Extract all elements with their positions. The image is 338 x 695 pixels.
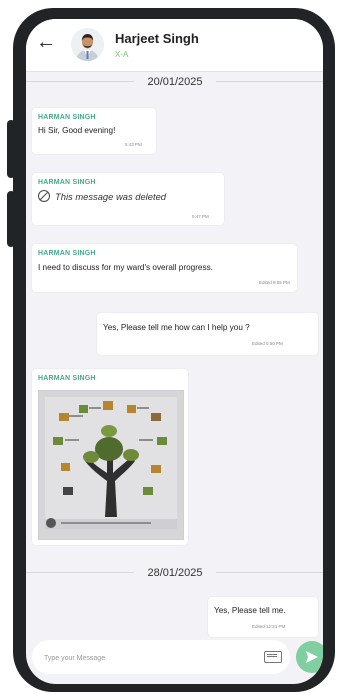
date-separator: 20/01/2025	[26, 73, 323, 91]
message-text: Hi Sir, Good evening!	[38, 126, 116, 135]
sender-name: HARMAN SINGH	[38, 250, 96, 257]
image-message[interactable]: HARMAN SINGH	[32, 369, 188, 545]
sender-name: HARMAN SINGH	[38, 179, 96, 186]
keyboard-icon[interactable]	[264, 651, 282, 663]
date-label: 28/01/2025	[134, 564, 216, 582]
message-time: Edited 12:31 PM	[252, 624, 286, 629]
sender-name: HARMAN SINGH	[38, 114, 96, 121]
incoming-message[interactable]: HARMAN SINGH Hi Sir, Good evening! 5:43 …	[32, 108, 156, 154]
message-text: I need to discuss for my ward's overall …	[38, 263, 213, 272]
message-text: Yes, Please tell me how can I help you ?	[103, 323, 250, 332]
message-time: Edited 5:50 PM	[252, 341, 283, 346]
outgoing-message[interactable]: Yes, Please tell me how can I help you ?…	[97, 313, 318, 355]
arrow-left-icon[interactable]: ←	[36, 32, 56, 52]
incoming-message[interactable]: HARMAN SINGH I need to discuss for my wa…	[32, 244, 297, 292]
message-text: Yes, Please tell me.	[214, 606, 286, 615]
contact-class: X-A	[115, 50, 129, 59]
chat-header: ← Harjeet Singh X-A	[26, 19, 323, 72]
message-time: 5:47 PM	[192, 214, 209, 219]
outgoing-message[interactable]: Yes, Please tell me. Edited 12:31 PM	[208, 597, 318, 637]
power-button	[7, 191, 15, 247]
sender-name: HARMAN SINGH	[38, 375, 96, 382]
message-time: 5:43 PM	[125, 142, 142, 147]
message-input[interactable]	[42, 649, 256, 667]
volume-button	[7, 120, 15, 178]
send-button[interactable]	[296, 641, 323, 673]
message-text: This message was deleted	[55, 191, 166, 202]
ban-icon	[38, 190, 50, 202]
message-time: Edited 8:55 PM	[259, 280, 290, 285]
send-icon	[306, 651, 318, 663]
avatar[interactable]	[71, 28, 104, 61]
date-label: 20/01/2025	[134, 73, 216, 91]
date-separator: 28/01/2025	[26, 564, 323, 582]
contact-name[interactable]: Harjeet Singh	[115, 31, 199, 46]
deleted-message[interactable]: HARMAN SINGH This message was deleted 5:…	[32, 173, 224, 225]
message-composer	[32, 640, 290, 674]
chat-screen: ← Harjeet Singh X-A 20/01/2025 HARMAN SI…	[26, 19, 323, 684]
tree-poster-image[interactable]	[38, 390, 184, 540]
